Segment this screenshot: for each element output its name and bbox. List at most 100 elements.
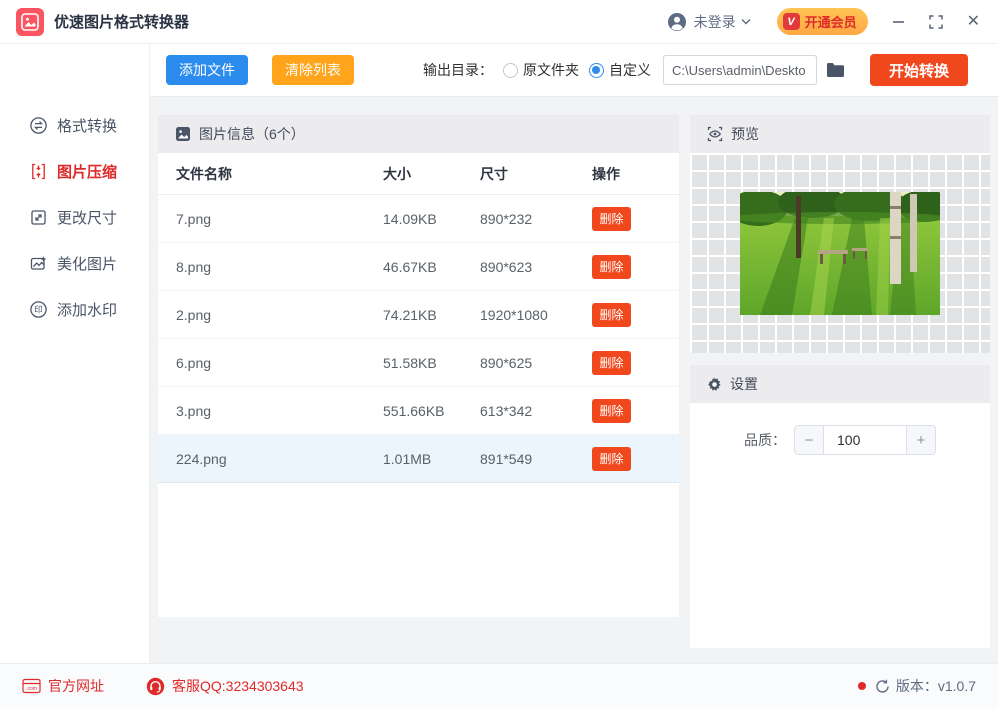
sidebar: 格式转换 图片压缩 更改尺寸 美化图片 印 添加水印 [0,44,150,663]
radio-custom-folder[interactable]: 自定义 [588,60,651,80]
file-name: 224.png [176,450,227,467]
vip-badge-icon: V [782,13,800,30]
browse-folder-icon[interactable] [826,62,845,78]
output-dir-label: 输出目录： [422,62,493,78]
login-menu[interactable]: 未登录 [667,12,751,32]
sidebar-item-image-compress[interactable]: 图片压缩 [0,148,149,194]
file-size: 46.67KB [383,258,437,275]
radio-circle [588,62,604,78]
column-header-ops: 操作 [592,165,620,182]
table-row[interactable]: 3.png 551.66KB 613*342 删除 [158,387,679,435]
add-files-button[interactable]: 添加文件 [166,55,248,85]
quality-decrease-button[interactable]: − [795,426,824,454]
sidebar-item-resize[interactable]: 更改尺寸 [0,194,149,240]
delete-button[interactable]: 删除 [592,254,631,279]
watermark-icon: 印 [29,300,48,319]
table-row[interactable]: 2.png 74.21KB 1920*1080 删除 [158,291,679,339]
sidebar-item-beautify[interactable]: 美化图片 [0,240,149,286]
close-button[interactable]: ✕ [967,13,980,30]
radio-circle [502,62,518,78]
footer-bar: .com 官方网址 客服QQ:3234303643 版本：v1.0.7 [0,663,998,708]
chevron-down-icon [741,18,751,25]
table-row[interactable]: 8.png 46.67KB 890*623 删除 [158,243,679,291]
quality-stepper: − + [794,425,936,455]
window-title: 优速图片格式转换器 [54,14,190,31]
file-name: 3.png [176,402,212,419]
delete-button[interactable]: 删除 [592,446,631,471]
beautify-image-icon [29,254,48,273]
sidebar-item-format-convert[interactable]: 格式转换 [0,102,149,148]
quality-setting: 品质： − + [690,403,990,455]
quality-increase-button[interactable]: + [906,426,935,454]
file-dimensions: 1920*1080 [480,306,548,323]
file-size: 14.09KB [383,210,437,227]
file-list-header: 图片信息（6个） [158,115,679,153]
sidebar-item-label: 图片压缩 [57,163,118,181]
sidebar-item-label: 格式转换 [57,117,118,135]
delete-button[interactable]: 删除 [592,350,631,375]
panel-title: 设置 [730,376,758,392]
maximize-button[interactable] [928,14,943,29]
preview-eye-icon [707,126,723,142]
quality-label: 品质： [744,432,786,448]
table-row[interactable]: 6.png 51.58KB 890*625 删除 [158,339,679,387]
open-vip-button[interactable]: V 开通会员 [776,8,868,35]
status-dot [857,682,866,690]
svg-text:印: 印 [34,304,43,314]
title-bar: 优速图片格式转换器 未登录 V 开通会员 ✕ [0,0,998,44]
delete-button[interactable]: 删除 [592,398,631,423]
minimize-button[interactable] [892,15,905,28]
radio-original-folder[interactable]: 原文件夹 [502,60,579,80]
svg-text:.com: .com [26,686,37,692]
file-size: 551.66KB [383,402,445,419]
workspace: 图片信息（6个） 文件名称 大小 尺寸 操作 7.png 14.09KB 890… [150,97,998,663]
toolbar: 添加文件 清除列表 输出目录： 原文件夹 自定义 C:\Users\admin\… [150,44,998,97]
file-dimensions: 890*625 [480,354,533,371]
customer-service-qq[interactable]: 客服QQ:3234303643 [146,676,304,696]
quality-input[interactable] [824,426,906,454]
preview-header: 预览 [690,115,990,153]
headset-icon [146,677,165,696]
settings-header: 设置 [690,365,990,403]
table-header-row: 文件名称 大小 尺寸 操作 [158,153,679,195]
user-icon [667,12,687,32]
delete-button[interactable]: 删除 [592,302,631,327]
check-update-icon[interactable] [875,679,890,694]
file-dimensions: 613*342 [480,402,533,419]
app-logo-icon [16,7,44,36]
app-window: 优速图片格式转换器 未登录 V 开通会员 ✕ 格式转换 图片压缩 更改尺寸 美化… [0,0,998,708]
table-body: 7.png 14.09KB 890*232 删除 8.png 46.67KB 8… [158,195,679,617]
file-size: 51.58KB [383,354,437,371]
sidebar-item-label: 添加水印 [57,301,118,319]
sidebar-item-watermark[interactable]: 印 添加水印 [0,286,149,332]
website-com-icon: .com [22,678,41,694]
file-name: 2.png [176,306,212,323]
login-status: 未登录 [693,13,736,30]
column-header-dims: 尺寸 [480,165,508,182]
table-row[interactable]: 7.png 14.09KB 890*232 删除 [158,195,679,243]
output-path-input[interactable] [662,55,817,85]
column-header-size: 大小 [383,165,411,182]
start-convert-button[interactable]: 开始转换 [869,54,968,86]
gear-icon [707,376,722,392]
official-website-link[interactable]: .com 官方网址 [22,676,104,696]
file-dimensions: 890*623 [480,258,533,275]
settings-panel: 设置 品质： − + [690,365,990,648]
file-list-panel: 图片信息（6个） 文件名称 大小 尺寸 操作 7.png 14.09KB 890… [158,115,679,617]
file-name: 8.png [176,258,212,275]
delete-button[interactable]: 删除 [592,206,631,231]
file-size: 74.21KB [383,306,437,323]
file-size: 1.01MB [383,450,432,467]
resize-icon [29,208,48,227]
clear-list-button[interactable]: 清除列表 [272,55,354,85]
sidebar-item-label: 美化图片 [57,255,118,273]
version-label: 版本：v1.0.7 [895,678,976,694]
table-row[interactable]: 224.png 1.01MB 891*549 删除 [158,435,679,483]
preview-checkerboard [690,153,990,353]
format-convert-icon [29,116,48,135]
compress-icon [29,162,48,181]
file-name: 6.png [176,354,212,371]
column-header-name: 文件名称 [176,165,232,182]
image-info-icon [175,126,191,142]
file-dimensions: 891*549 [480,450,533,467]
